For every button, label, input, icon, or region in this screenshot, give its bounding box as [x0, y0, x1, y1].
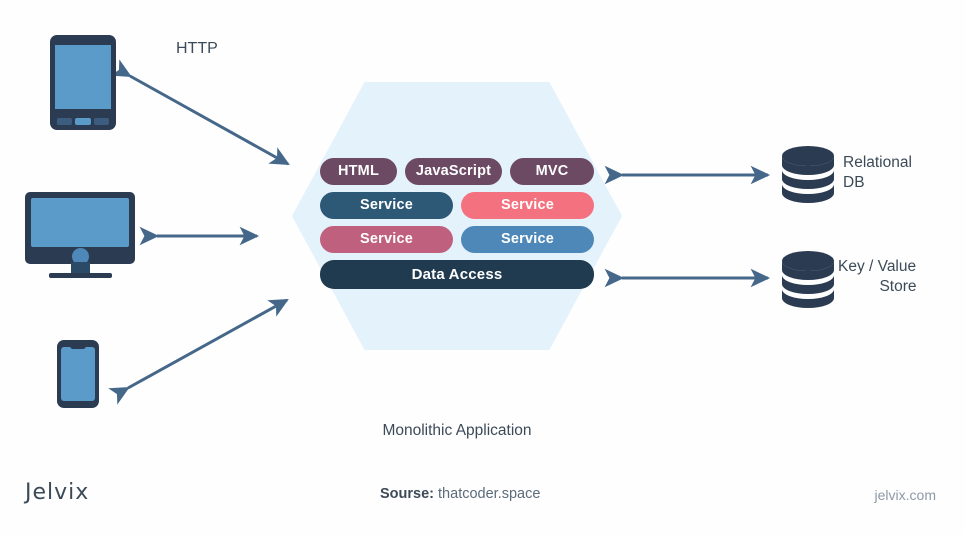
key-value-store-label-line1: Key / Value — [838, 258, 917, 275]
monitor-screen — [31, 198, 129, 247]
source-value: thatcoder.space — [438, 486, 541, 502]
source-attribution: Sourse: thatcoder.space — [380, 486, 540, 502]
data-access-layer-row: Data Access — [320, 260, 594, 289]
http-protocol-label: HTTP — [176, 40, 218, 57]
diagram-canvas: HTTP HTML JavaScript MVC Service Service… — [0, 0, 966, 535]
relational-db-label-line1: Relational — [843, 154, 912, 171]
source-label: Sourse: — [380, 486, 434, 502]
pill-mvc[interactable]: MVC — [510, 158, 594, 185]
phone-notch — [70, 345, 86, 349]
key-value-store-label: Key / Value Store — [838, 257, 958, 297]
service-layer-row-2: Service Service — [320, 226, 594, 253]
key-value-store-label-line2: Store — [879, 278, 917, 295]
pill-javascript[interactable]: JavaScript — [405, 158, 502, 185]
tablet-screen — [55, 45, 111, 109]
tablet-device-icon — [50, 35, 116, 130]
jelvix-logo: Jelvix — [25, 480, 90, 505]
relational-db-label-line2: DB — [843, 174, 865, 191]
pill-data-access[interactable]: Data Access — [320, 260, 594, 289]
relational-db-icon — [780, 145, 836, 207]
relational-db-label: Relational DB — [843, 153, 953, 193]
phone-screen — [61, 347, 95, 401]
pill-html[interactable]: HTML — [320, 158, 397, 185]
monolith-layer-stack: HTML JavaScript MVC Service Service Serv… — [320, 158, 594, 289]
monolith-caption: Monolithic Application — [382, 422, 532, 439]
key-value-store-icon — [780, 250, 836, 312]
monitor-base — [49, 273, 112, 278]
service-layer-row-1: Service Service — [320, 192, 594, 219]
website-url: jelvix.com — [874, 487, 936, 503]
smartphone-device-icon — [57, 340, 99, 408]
tablet-buttons — [57, 118, 109, 125]
pill-service-4[interactable]: Service — [461, 226, 594, 253]
pill-service-3[interactable]: Service — [320, 226, 453, 253]
presentation-layer-row: HTML JavaScript MVC — [320, 158, 594, 185]
pill-service-2[interactable]: Service — [461, 192, 594, 219]
pill-service-1[interactable]: Service — [320, 192, 453, 219]
desktop-monitor-icon — [25, 192, 135, 282]
